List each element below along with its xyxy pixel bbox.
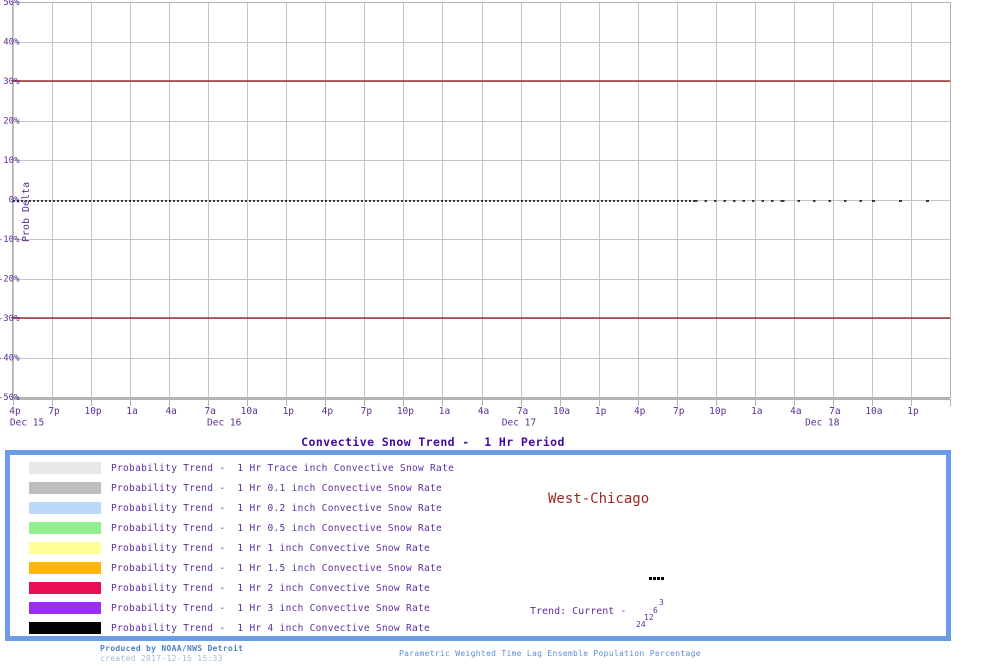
y-tick-label: -20%: [0, 275, 20, 285]
x-tick-label: 1p: [595, 406, 607, 417]
legend-label: Probability Trend - 1 Hr 0.1 inch Convec…: [111, 482, 443, 494]
x-tick-label: 4p: [634, 406, 646, 417]
legend-row: Probability Trend - 1 Hr 1.5 inch Convec…: [29, 558, 454, 578]
x-tick-label: 10p: [709, 406, 726, 417]
chart-title: Convective Snow Trend - 1 Hr Period: [301, 435, 565, 449]
x-tick-label: 7a: [829, 406, 840, 417]
y-tick-label: 10%: [3, 156, 20, 166]
x-tick-label: 4a: [790, 406, 801, 417]
x-date-label: Dec 18: [805, 418, 840, 429]
footer-produced-by: Produced by NOAA/NWS Detroit: [100, 644, 244, 653]
x-tick-label: 4p: [9, 406, 21, 417]
y-tick-label: -10%: [0, 235, 20, 245]
x-tick-label: 4p: [322, 406, 334, 417]
x-date-labels: Dec 15 Dec 16 Dec 17 Dec 18: [10, 418, 840, 429]
legend-row: Probability Trend - 1 Hr 3 inch Convecti…: [29, 598, 454, 618]
convective-snow-trend-page: 50% 40% 30% 20% 10% 0% -10% -20% -30% -40% -50% Pro…: [0, 0, 1000, 670]
x-axis-ticks: [13, 399, 951, 406]
v-gridlines: [13, 2, 912, 397]
y-axis-title: Prob Delta: [21, 182, 32, 242]
x-tick-label: 1p: [907, 406, 919, 417]
legend-swatch: [29, 522, 101, 534]
legend-label: Probability Trend - 1 Hr 2 inch Convecti…: [111, 582, 431, 594]
footer-method-note: Parametric Weighted Time Lag Ensemble Po…: [399, 649, 701, 658]
x-tick-label: 4a: [165, 406, 176, 417]
legend-row: Probability Trend - 1 Hr Trace inch Conv…: [29, 458, 454, 478]
location-label: West-Chicago: [548, 491, 650, 507]
dot: [657, 577, 660, 580]
x-tick-label: 7p: [361, 406, 373, 417]
legend-row: Probability Trend - 1 Hr 1 inch Convecti…: [29, 538, 454, 558]
x-date-label: Dec 15: [10, 418, 44, 429]
y-tick-label: 0%: [9, 196, 20, 206]
x-tick-labels: 4p 7p 10p 1a 4a 7a 10a 1p 4p 7p 10p 1a 4a 7a 10a 1p 4p 7p…: [9, 406, 919, 417]
legend-row: Probability Trend - 1 Hr 4 inch Convecti…: [29, 618, 454, 638]
x-tick-label: 1a: [751, 406, 762, 417]
legend-swatch: [29, 582, 101, 594]
dot: [649, 577, 652, 580]
legend-swatch: [29, 482, 101, 494]
legend-label: Probability Trend - 1 Hr 4 inch Convecti…: [111, 622, 431, 634]
trend-hour-3: 3: [659, 598, 664, 607]
legend-row: Probability Trend - 1 Hr 0.5 inch Convec…: [29, 518, 454, 538]
x-tick-label: 7a: [517, 406, 528, 417]
x-tick-label: 10p: [84, 406, 101, 417]
y-tick-label: -50%: [0, 393, 20, 403]
x-tick-label: 10a: [865, 406, 882, 417]
x-tick-label: 7p: [673, 406, 685, 417]
legend-swatch: [29, 462, 101, 474]
x-tick-label: 10a: [553, 406, 570, 417]
x-tick-label: 10a: [241, 406, 258, 417]
x-tick-label: 1p: [283, 406, 295, 417]
legend-label: Probability Trend - 1 Hr 3 inch Convecti…: [111, 602, 431, 614]
legend-swatch: [29, 562, 101, 574]
legend-swatch: [29, 502, 101, 514]
h-gridlines: [12, 2, 950, 398]
legend-rows: Probability Trend - 1 Hr Trace inch Conv…: [29, 458, 454, 638]
trend-hour-24: 24: [636, 620, 646, 629]
x-date-label: Dec 16: [207, 418, 242, 429]
y-tick-label: -40%: [0, 354, 20, 364]
y-tick-labels: 50% 40% 30% 20% 10% 0% -10% -20% -30% -40% -50%: [0, 0, 20, 403]
x-tick-label: 7a: [204, 406, 215, 417]
trend-current-label: Trend: Current -: [530, 606, 627, 617]
x-date-label: Dec 17: [502, 418, 536, 429]
x-tick-label: 1a: [439, 406, 450, 417]
y-tick-label: 50%: [3, 0, 20, 8]
legend-label: Probability Trend - 1 Hr 1.5 inch Convec…: [111, 562, 443, 574]
legend-row: Probability Trend - 1 Hr 0.2 inch Convec…: [29, 498, 454, 518]
x-tick-label: 10p: [397, 406, 414, 417]
legend-box: Probability Trend - 1 Hr Trace inch Conv…: [5, 450, 951, 641]
y-tick-label: 20%: [3, 117, 20, 127]
x-tick-label: 1a: [126, 406, 137, 417]
legend-label: Probability Trend - 1 Hr 0.2 inch Convec…: [111, 502, 443, 514]
legend-label: Probability Trend - 1 Hr 1 inch Convecti…: [111, 542, 431, 554]
legend-label: Probability Trend - 1 Hr 0.5 inch Convec…: [111, 522, 443, 534]
footer-created-timestamp: created 2017-12-15 15:33: [100, 654, 223, 663]
x-tick-label: 4a: [478, 406, 489, 417]
current-trend-dotted-marker: [649, 577, 664, 580]
prob-delta-trend-plot: 50% 40% 30% 20% 10% 0% -10% -20% -30% -40% -50% Pro…: [0, 0, 951, 429]
legend-row: Probability Trend - 1 Hr 0.1 inch Convec…: [29, 478, 454, 498]
legend-label: Probability Trend - 1 Hr Trace inch Conv…: [111, 462, 455, 474]
legend-swatch: [29, 542, 101, 554]
y-tick-label: 30%: [3, 77, 20, 87]
legend-swatch: [29, 622, 101, 634]
legend-row: Probability Trend - 1 Hr 2 inch Convecti…: [29, 578, 454, 598]
legend-swatch: [29, 602, 101, 614]
x-tick-label: 7p: [48, 406, 60, 417]
y-tick-label: 40%: [3, 38, 20, 48]
y-tick-label: -30%: [0, 314, 20, 324]
dot: [661, 577, 664, 580]
dot: [653, 577, 656, 580]
